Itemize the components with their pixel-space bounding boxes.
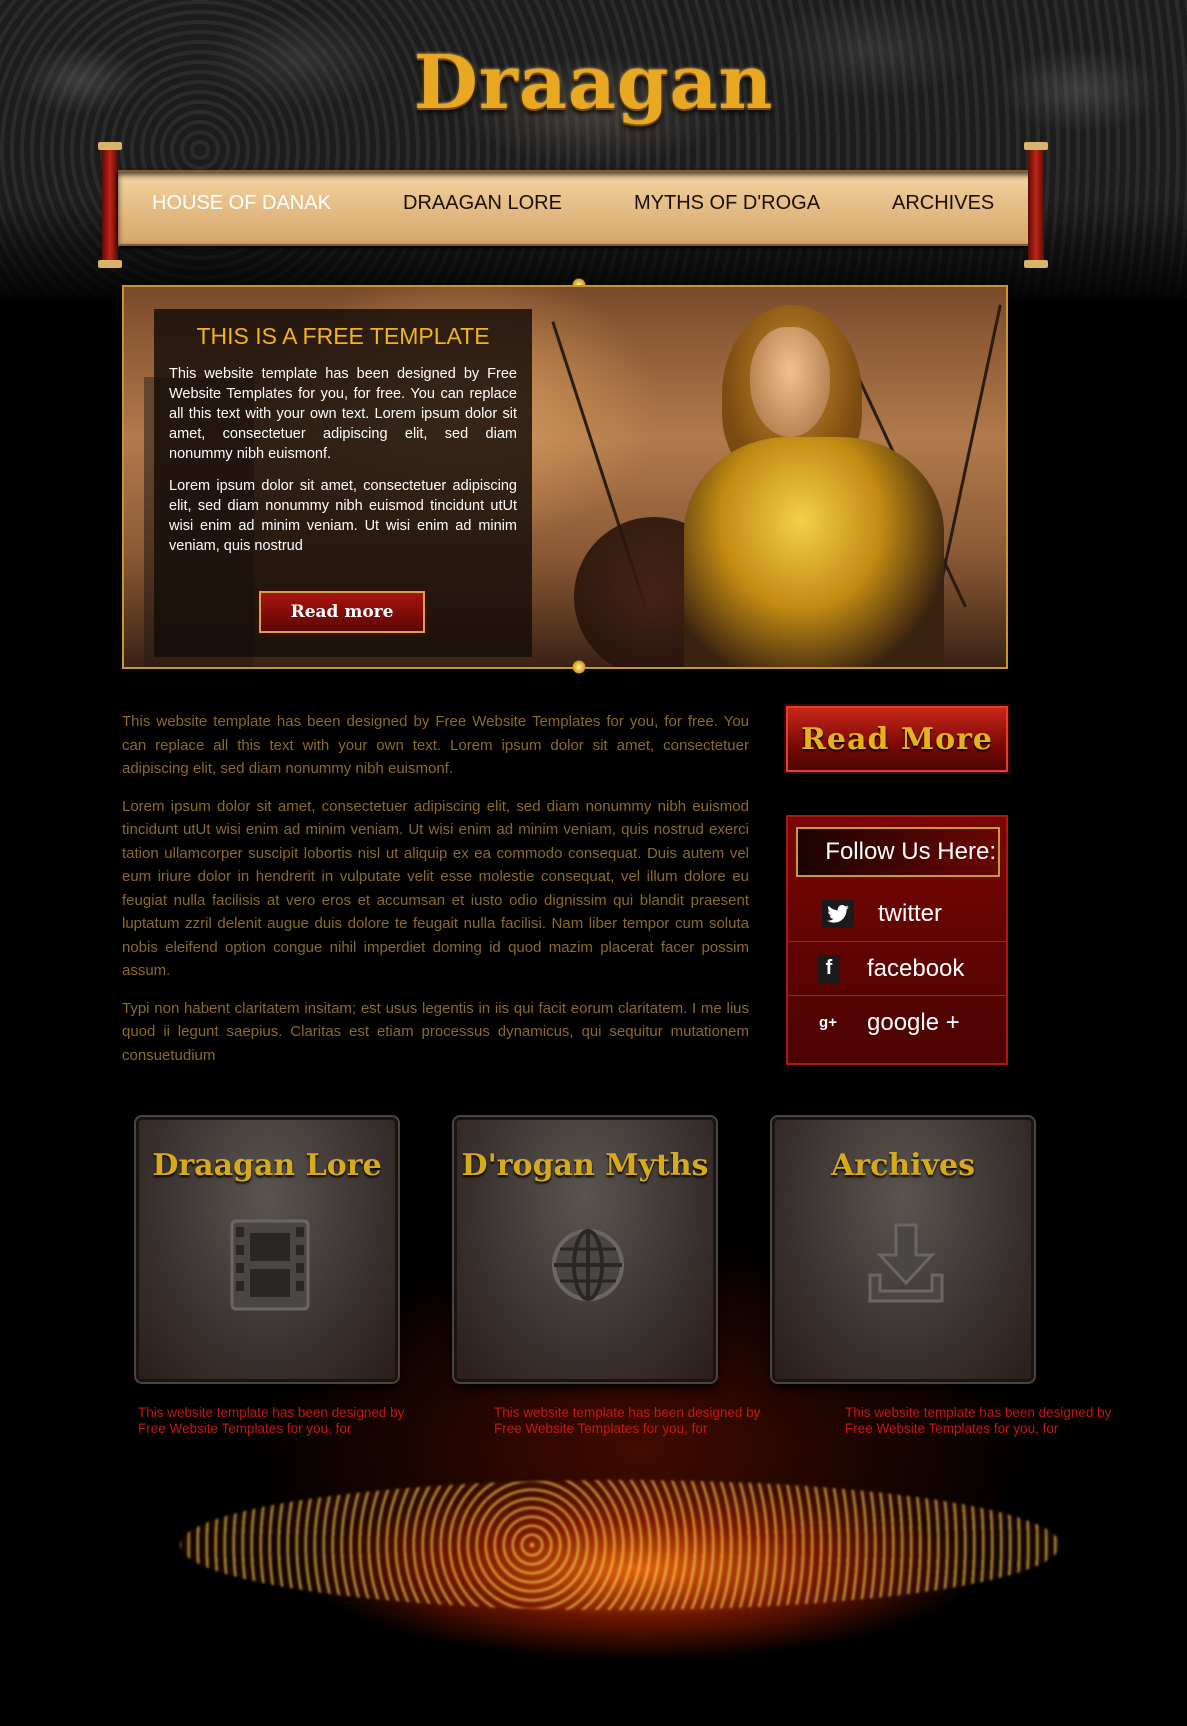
hero-text-panel: THIS IS A FREE TEMPLATE This website tem… <box>154 309 532 657</box>
warrior-face <box>750 327 830 437</box>
hero-paragraph: Lorem ipsum dolor sit amet, consectetuer… <box>169 478 517 554</box>
follow-us-title: Follow Us Here: <box>796 827 1000 877</box>
feature-description: This website template has been designed … <box>138 1405 405 1436</box>
feature-description: This website template has been designed … <box>845 1405 1112 1436</box>
hero-title: THIS IS A FREE TEMPLATE <box>196 323 490 349</box>
hero-paragraph: This website template has been designed … <box>169 366 517 462</box>
lava-field <box>180 1480 1060 1610</box>
sidebar-read-more-button[interactable]: Read More <box>786 706 1008 772</box>
social-link-twitter[interactable]: twitter <box>788 887 1006 941</box>
social-link-google-plus[interactable]: g+ google + <box>788 995 1006 1049</box>
main-paragraph: Lorem ipsum dolor sit amet, consectetuer… <box>122 797 749 980</box>
feature-tablet-archives[interactable]: Archives <box>772 1117 1034 1382</box>
feature-title[interactable]: D'rogan Myths <box>457 1148 713 1183</box>
feature-tablet-draagan-lore[interactable]: Draagan Lore <box>136 1117 398 1382</box>
social-label: google + <box>867 1008 960 1036</box>
warrior-armor <box>684 437 944 667</box>
hero-banner: THIS IS A FREE TEMPLATE This website tem… <box>122 285 1008 669</box>
hero-read-more-button[interactable]: Read more <box>257 589 427 635</box>
nav-item-myths-of-droga[interactable]: MYTHS OF D'ROGA <box>634 192 820 215</box>
feature-tablet-drogan-myths[interactable]: D'rogan Myths <box>454 1117 716 1382</box>
facebook-icon: f <box>818 954 840 983</box>
nav-item-draagan-lore[interactable]: DRAAGAN LORE <box>403 192 562 215</box>
feature-title[interactable]: Archives <box>775 1148 1031 1183</box>
main-paragraph: Typi non habent claritatem insitam; est … <box>122 999 749 1064</box>
google-plus-icon: g+ <box>819 1014 837 1031</box>
download-icon <box>856 1215 956 1315</box>
film-icon <box>220 1215 320 1315</box>
follow-us-box: Follow Us Here: twitter f facebook g+ go… <box>786 815 1008 1065</box>
site-logo[interactable]: Draagan <box>0 40 1187 126</box>
scroll-rod-left <box>98 142 122 268</box>
ornament-bottom <box>572 660 586 674</box>
social-link-facebook[interactable]: f facebook <box>788 941 1006 995</box>
twitter-icon <box>822 900 854 928</box>
social-label: facebook <box>867 954 965 982</box>
globe-icon <box>538 1215 638 1315</box>
feature-title[interactable]: Draagan Lore <box>139 1148 395 1183</box>
main-paragraph: This website template has been designed … <box>122 713 749 777</box>
main-nav: HOUSE OF DANAK DRAAGAN LORE MYTHS OF D'R… <box>118 170 1040 242</box>
nav-item-house-of-danak[interactable]: HOUSE OF DANAK <box>152 192 331 215</box>
nav-item-archives[interactable]: ARCHIVES <box>892 192 994 215</box>
main-content: This website template has been designed … <box>122 710 749 1081</box>
feature-description: This website template has been designed … <box>494 1405 761 1436</box>
social-label: twitter <box>878 900 943 927</box>
